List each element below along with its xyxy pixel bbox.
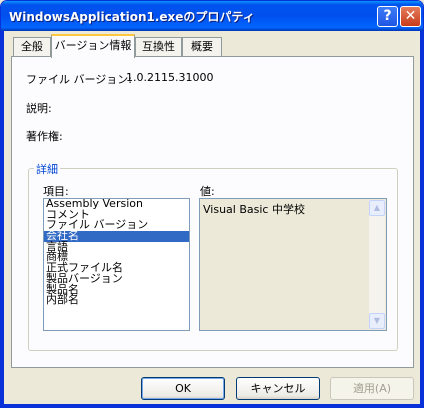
window-border-right: [420, 31, 423, 407]
description-label: 説明:: [26, 102, 52, 115]
tab-compatibility[interactable]: 互換性: [135, 37, 182, 56]
file-version-value: 1.0.2115.31000: [126, 71, 214, 84]
tab-summary[interactable]: 概要: [182, 37, 222, 56]
ok-button[interactable]: OK: [141, 377, 225, 400]
value-text: Visual Basic 中学校: [203, 203, 305, 216]
scroll-up-arrow-icon[interactable]: ▲: [369, 200, 385, 216]
properties-dialog: WindowsApplication1.exeのプロパティ ? ✕ 全般 バージ…: [0, 0, 424, 408]
window-title: WindowsApplication1.exeのプロパティ: [9, 10, 255, 24]
title-bar[interactable]: WindowsApplication1.exeのプロパティ ? ✕: [1, 1, 423, 31]
item-label: 項目:: [43, 185, 69, 198]
help-button[interactable]: ?: [377, 6, 398, 27]
apply-button[interactable]: 適用(A): [330, 377, 414, 400]
value-label: 値:: [200, 185, 215, 198]
value-scrollbar[interactable]: ▲ ▼: [369, 200, 385, 329]
close-icon: ✕: [404, 8, 417, 24]
value-textbox[interactable]: Visual Basic 中学校 ▲ ▼: [199, 198, 387, 331]
copyright-label: 著作権:: [26, 130, 63, 143]
close-button[interactable]: ✕: [400, 6, 421, 27]
window-border-left: [1, 31, 4, 407]
help-icon: ?: [383, 8, 392, 24]
scroll-down-arrow-icon[interactable]: ▼: [369, 313, 385, 329]
cancel-button[interactable]: キャンセル: [236, 377, 320, 400]
detail-group-title: 詳細: [34, 161, 60, 177]
window-border-bottom: [1, 404, 423, 407]
tab-general[interactable]: 全般: [13, 37, 51, 56]
file-version-label: ファイル バージョン:: [26, 73, 132, 86]
tab-version-info[interactable]: バージョン情報: [51, 34, 135, 58]
list-item[interactable]: 内部名: [44, 294, 189, 306]
item-listbox[interactable]: Assembly Version コメント ファイル バージョン 会社名 言語 …: [43, 198, 190, 331]
